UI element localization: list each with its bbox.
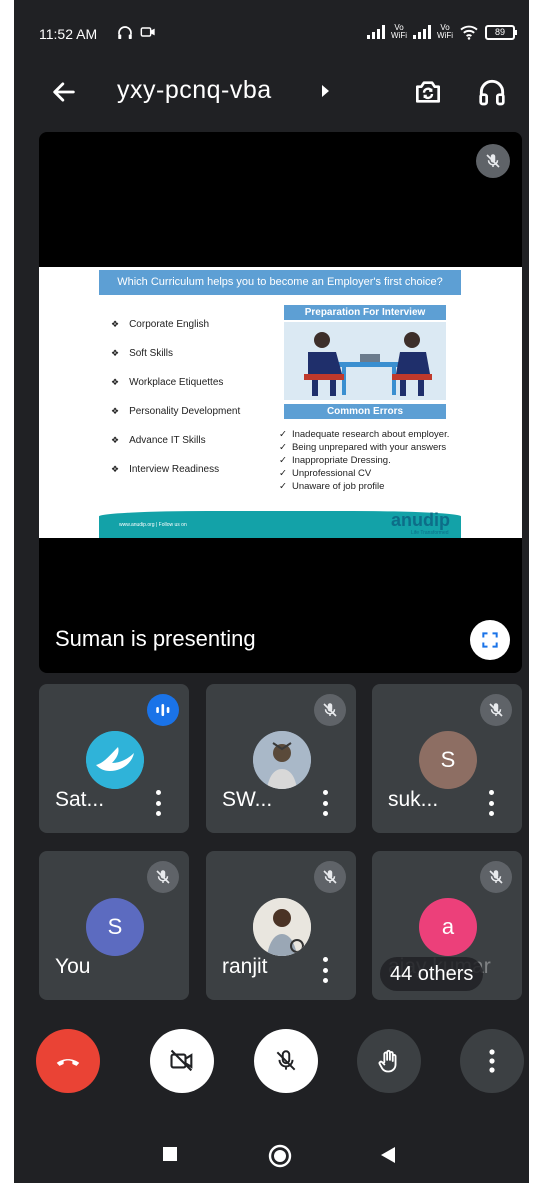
participant-tile-self[interactable]: S You [39, 851, 189, 1000]
signal-icon-2 [413, 25, 431, 39]
more-options-icon[interactable] [486, 790, 496, 816]
headphones-status-icon [118, 26, 132, 39]
anudip-logo-tagline: Life Transformed [411, 530, 449, 536]
others-tile[interactable]: a ajay kumar 44 others [372, 851, 522, 1000]
avatar [86, 731, 144, 789]
slide-item: Advance IT Skills [111, 435, 240, 464]
mic-off-icon [489, 870, 503, 884]
slide-box-title-errors: Common Errors [284, 404, 446, 419]
presentation-tile[interactable]: Which Curriculum helps you to become an … [39, 132, 522, 673]
caret-right-icon[interactable] [320, 84, 332, 98]
slide-footer-url: www.anudip.org | Follow us on [119, 522, 187, 528]
slide-item: Personality Development [111, 406, 240, 435]
avatar: S [419, 731, 477, 789]
circle-icon [268, 1144, 292, 1168]
slide-error-item: Being unprepared with your answers [279, 442, 449, 455]
participant-tile[interactable]: Sat... [39, 684, 189, 833]
mic-off-badge [480, 861, 512, 893]
slide-box-title-interview: Preparation For Interview [284, 305, 446, 320]
raise-hand-button[interactable] [357, 1029, 421, 1093]
participant-tile[interactable]: S suk... [372, 684, 522, 833]
others-count-badge[interactable]: 44 others [380, 957, 484, 991]
participant-name: You [55, 955, 91, 978]
meet-screen: 11:52 AM Vo WiFi Vo WiFi 89 yxy-pcnq-vba… [14, 0, 529, 1183]
slide-title: Which Curriculum helps you to become an … [99, 270, 461, 295]
end-call-button[interactable] [36, 1029, 100, 1093]
status-bar: 11:52 AM Vo WiFi Vo WiFi 89 [14, 14, 529, 54]
wifi-icon [460, 25, 478, 40]
vowifi-label: Vo WiFi [391, 23, 407, 40]
photo-avatar-image [253, 898, 311, 956]
more-options-icon[interactable] [320, 790, 330, 816]
camera-off-icon [170, 1049, 193, 1072]
square-icon [163, 1147, 177, 1161]
camera-status-icon [140, 27, 155, 37]
mic-off-icon [276, 1050, 296, 1071]
triangle-back-icon [381, 1147, 395, 1163]
avatar: S [86, 898, 144, 956]
participant-name: suk... [388, 788, 439, 811]
participant-tile[interactable]: SW... [206, 684, 356, 833]
shared-slide: Which Curriculum helps you to become an … [39, 267, 522, 538]
mic-off-badge [314, 861, 346, 893]
participant-name: SW... [222, 788, 273, 811]
avatar: a [419, 898, 477, 956]
participant-name: ranjit [222, 955, 268, 978]
mic-off-icon [156, 870, 170, 884]
recents-button[interactable] [162, 1146, 178, 1162]
system-navigation-bar [14, 1130, 529, 1183]
back-arrow-icon[interactable] [50, 78, 78, 106]
battery-icon: 89 [485, 24, 517, 40]
photo-avatar-image [253, 731, 311, 789]
participant-tile[interactable]: ranjit [206, 851, 356, 1000]
avatar [253, 731, 311, 789]
more-options-button[interactable] [460, 1029, 524, 1093]
slide-error-item: Unprofessional CV [279, 468, 449, 481]
participant-name: Sat... [55, 788, 105, 811]
vowifi-label-2: Vo WiFi [437, 23, 453, 40]
presenting-label: Suman is presenting [55, 626, 256, 651]
home-button[interactable] [267, 1143, 293, 1169]
presenter-mic-off-badge [476, 144, 510, 178]
slide-curriculum-list: Corporate English Soft Skills Workplace … [111, 319, 240, 493]
camera-toggle-button[interactable] [150, 1029, 214, 1093]
switch-camera-icon[interactable] [412, 76, 444, 108]
anudip-logo: anudip [391, 510, 450, 530]
status-time: 11:52 AM [39, 26, 98, 42]
bird-avatar-image [86, 731, 144, 789]
avatar [253, 898, 311, 956]
mic-toggle-button[interactable] [254, 1029, 318, 1093]
audio-level-icon [156, 704, 170, 716]
mic-off-icon [323, 870, 337, 884]
top-bar: yxy-pcnq-vba [14, 60, 529, 124]
slide-item: Soft Skills [111, 348, 240, 377]
mic-off-icon [489, 703, 503, 717]
slide-errors-list: Inadequate research about employer. Bein… [279, 429, 449, 494]
mic-off-badge [314, 694, 346, 726]
more-vert-icon [489, 1049, 495, 1073]
hang-up-icon [56, 1059, 80, 1066]
mic-off-badge [480, 694, 512, 726]
mic-off-icon [323, 703, 337, 717]
slide-item: Interview Readiness [111, 464, 240, 493]
slide-error-item: Inappropriate Dressing. [279, 455, 449, 468]
signal-icon [367, 25, 385, 39]
call-controls [14, 1024, 529, 1104]
more-options-icon[interactable] [320, 957, 330, 983]
slide-item: Workplace Etiquettes [111, 377, 240, 406]
more-options-icon[interactable] [153, 790, 163, 816]
hand-icon [378, 1049, 397, 1073]
speaking-indicator [147, 694, 179, 726]
interview-illustration [284, 322, 446, 400]
fullscreen-button[interactable] [470, 620, 510, 660]
back-button[interactable] [380, 1146, 396, 1164]
slide-error-item: Inadequate research about employer. [279, 429, 449, 442]
mic-off-badge [147, 861, 179, 893]
headphones-icon[interactable] [476, 76, 508, 108]
mic-off-icon [486, 154, 500, 168]
slide-error-item: Unaware of job profile [279, 481, 449, 494]
fullscreen-icon [482, 632, 498, 648]
meeting-code[interactable]: yxy-pcnq-vba [117, 76, 272, 105]
slide-item: Corporate English [111, 319, 240, 348]
